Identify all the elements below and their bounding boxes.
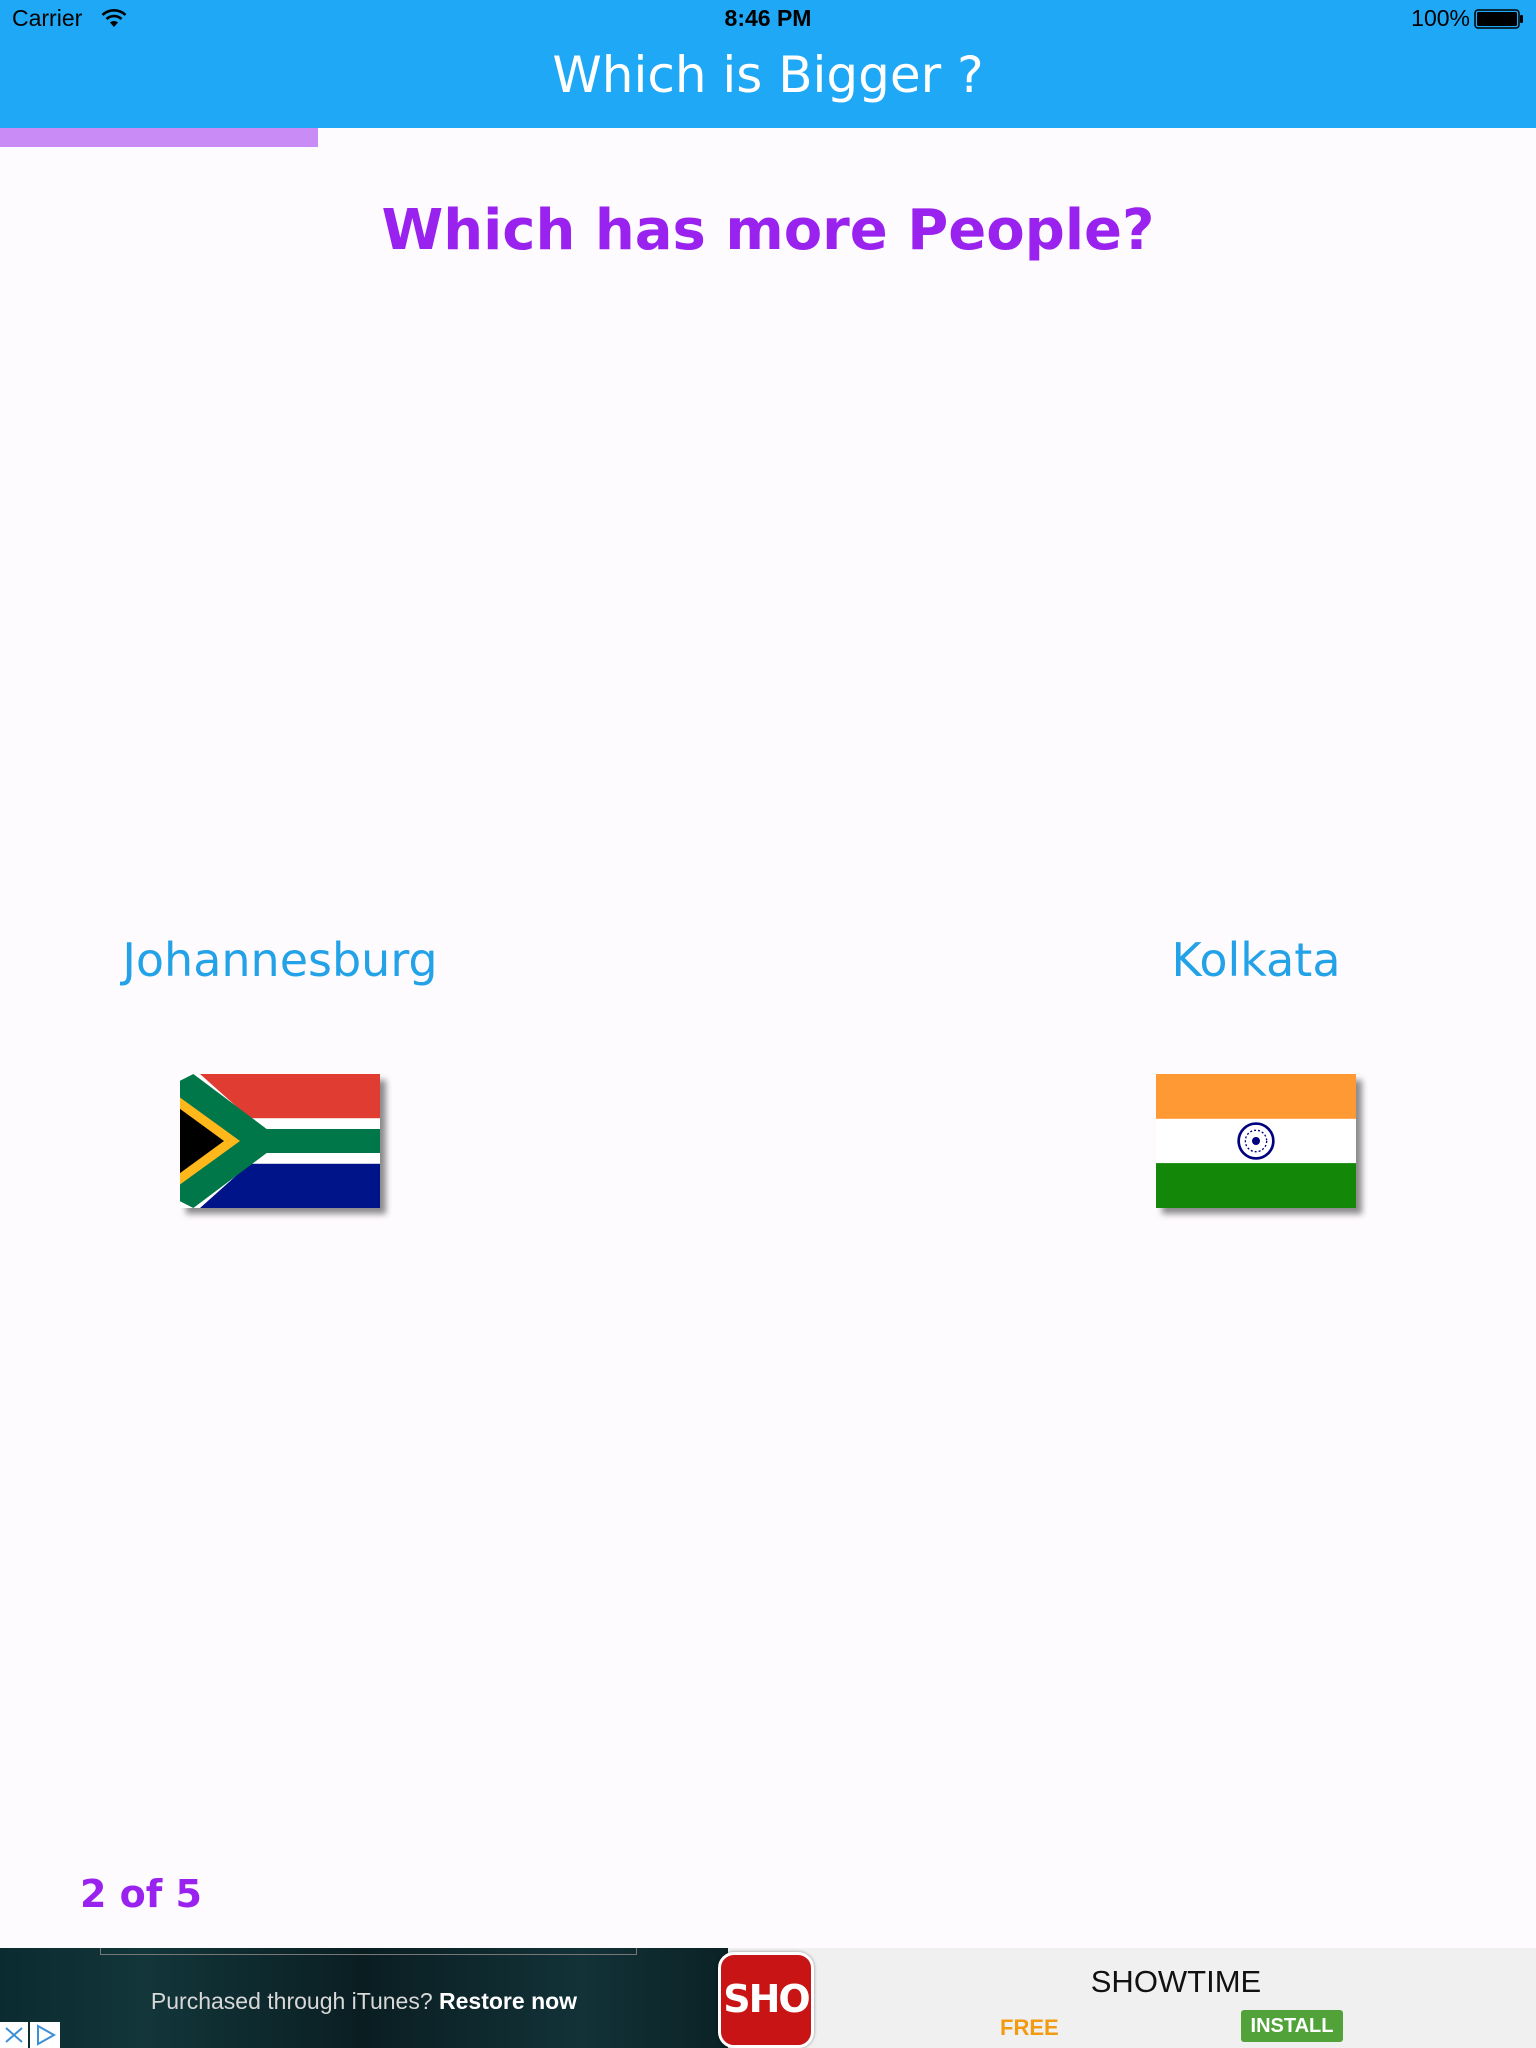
ad-price: FREE <box>1000 2015 1059 2040</box>
restore-now-link[interactable]: Restore now <box>439 1988 577 2014</box>
south-africa-flag-icon[interactable] <box>180 1074 380 1208</box>
question-counter: 2 of 5 <box>80 1872 202 1916</box>
ad-app-name[interactable]: SHOWTIME <box>1000 1964 1352 2000</box>
quiz-progress-bar <box>0 128 1536 147</box>
ad-divider <box>100 1948 637 1955</box>
question-text: Which has more People? <box>381 198 1155 263</box>
choice-name[interactable]: Kolkata <box>1056 930 1456 990</box>
clock-label: 8:46 PM <box>724 5 812 31</box>
app-icon-label: SHO <box>723 1977 810 2021</box>
restore-prefix: Purchased through iTunes? <box>150 1988 433 2014</box>
ad-banner[interactable]: Purchased through iTunes? Restore now SH… <box>0 1948 1536 2048</box>
quiz-progress-fill <box>0 128 318 147</box>
ad-promo-area[interactable]: Purchased through iTunes? Restore now <box>0 1948 728 2048</box>
navigation-bar: Carrier 8:46 PM 100% Which is Bigger ? <box>0 0 1536 128</box>
install-button[interactable]: INSTALL <box>1241 2010 1343 2042</box>
india-flag-icon[interactable] <box>1156 1074 1356 1208</box>
ad-close-icon[interactable] <box>0 2022 28 2048</box>
showtime-app-icon[interactable]: SHO <box>718 1952 814 2048</box>
battery-icon <box>1474 9 1523 29</box>
ad-choices-icon[interactable] <box>30 2022 60 2048</box>
choice-name[interactable]: Johannesburg <box>80 930 480 990</box>
page-title: Which is Bigger ? <box>552 46 984 104</box>
choice-johannesburg[interactable]: Johannesburg <box>80 930 480 1208</box>
restore-purchase-text[interactable]: Purchased through iTunes? Restore now <box>0 1988 728 2015</box>
battery-percentage: 100% <box>1411 5 1470 31</box>
choice-kolkata[interactable]: Kolkata <box>1056 930 1456 1208</box>
